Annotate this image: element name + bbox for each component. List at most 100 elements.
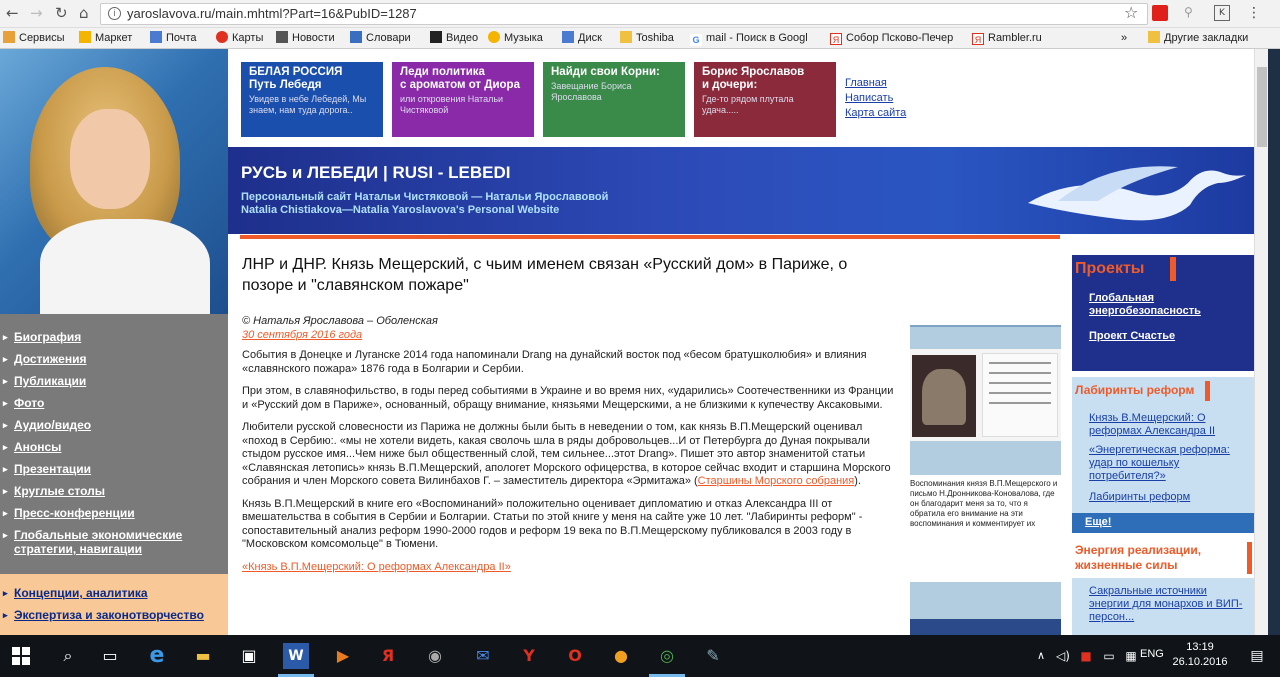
author-photo xyxy=(0,49,228,314)
word-icon[interactable]: W xyxy=(283,643,309,669)
nav-press-conferences[interactable]: Пресс-конференции xyxy=(0,506,228,520)
bookmark-news[interactable]: Новости xyxy=(276,31,335,46)
tile-find-roots[interactable]: Найди свои Корни: Завещание Бориса Яросл… xyxy=(543,62,685,137)
mail-icon[interactable]: ✉ xyxy=(470,643,496,669)
tile-boris-yaroslavov[interactable]: Борис Ярославов и дочери: Где-то рядом п… xyxy=(694,62,836,137)
bookmark-sobor[interactable]: Я Собор Псково-Печер xyxy=(830,31,953,46)
extension-flag-icon[interactable] xyxy=(1152,5,1168,21)
opera-icon[interactable]: O xyxy=(562,643,588,669)
web-page: БЕЛАЯ РОССИЯ Путь Лебедя Увидев в небе Л… xyxy=(0,49,1254,635)
link-write[interactable]: Написать xyxy=(845,91,906,106)
language-indicator[interactable]: ENG xyxy=(1140,648,1164,660)
chrome-icon[interactable]: ◎ xyxy=(654,643,680,669)
bookmark-google-search[interactable]: Gmail - Поиск в Googl xyxy=(690,31,808,46)
desktop-edge xyxy=(1268,49,1280,635)
paragraph: «Князь В.П.Мещерский: О реформах Алексан… xyxy=(242,561,897,575)
link-sacred-sources[interactable]: Сакральные источники энергии для монархо… xyxy=(1089,585,1249,624)
tile-white-russia[interactable]: БЕЛАЯ РОССИЯ Путь Лебедя Увидев в небе Л… xyxy=(241,62,383,137)
site-banner: РУСЬ и ЛЕБЕДИ | RUSI - LEBEDI Персональн… xyxy=(228,147,1254,234)
menu-icon[interactable]: ⋮ xyxy=(1246,5,1262,21)
bookmark-dictionary[interactable]: Словари xyxy=(350,31,411,46)
figure-2[interactable] xyxy=(910,582,1061,635)
yandex-icon[interactable]: Я xyxy=(375,643,401,669)
vertical-scrollbar[interactable] xyxy=(1254,49,1268,635)
bookmark-mail[interactable]: Почта xyxy=(150,31,197,46)
bookmark-maps[interactable]: Карты xyxy=(216,31,263,46)
forward-icon[interactable]: → xyxy=(30,3,43,23)
search-icon[interactable]: ⌕ xyxy=(55,643,81,669)
link-project-happiness[interactable]: Проект Счастье xyxy=(1089,330,1175,343)
link-more[interactable]: Еще! xyxy=(1085,516,1111,528)
nav-global-strategies[interactable]: Глобальные экономические стратегии, нави… xyxy=(0,528,228,556)
media-player-icon[interactable]: ▶ xyxy=(330,643,356,669)
paint-icon[interactable]: ✎ xyxy=(700,643,726,669)
bookmark-video[interactable]: Видео xyxy=(430,31,478,46)
bookmarks-more[interactable]: » xyxy=(1121,31,1127,46)
nav-photo[interactable]: Фото xyxy=(0,396,228,410)
bookmark-toshiba[interactable]: Toshiba xyxy=(620,31,674,46)
home-icon[interactable]: ⌂ xyxy=(79,3,89,23)
windows-start-icon[interactable] xyxy=(8,643,34,669)
link-sea-assembly[interactable]: Старшины Морского собрания xyxy=(698,475,855,487)
nav-biography[interactable]: Биография xyxy=(0,330,228,344)
paragraph: При этом, в славянофильство, в годы пере… xyxy=(242,385,894,411)
app-orange-icon[interactable]: ● xyxy=(608,643,634,669)
letter xyxy=(982,353,1058,437)
energy-box: Энергия реализации, жизненные силы Сакра… xyxy=(1072,540,1254,635)
folder-icon xyxy=(620,31,632,43)
app-circle-icon[interactable]: ◉ xyxy=(422,643,448,669)
extension-icon[interactable]: ⚲ xyxy=(1184,5,1200,21)
link-meshchersky-alexander[interactable]: Князь В.Мещерский: О реформах Александра… xyxy=(1089,412,1254,438)
link-meshchersky-reforms[interactable]: «Князь В.П.Мещерский: О реформах Алексан… xyxy=(242,561,511,573)
task-view-icon[interactable]: ▭ xyxy=(97,643,123,669)
file-explorer-icon[interactable]: ▬ xyxy=(190,643,216,669)
back-icon[interactable]: ← xyxy=(6,3,19,23)
nav-round-tables[interactable]: Круглые столы xyxy=(0,484,228,498)
nav-expertise[interactable]: Экспертиза и законотворчество xyxy=(0,608,228,622)
link-sitemap[interactable]: Карта сайта xyxy=(845,106,906,121)
link-labyrinths[interactable]: Лабиринты реформ xyxy=(1089,491,1190,504)
extension-k-icon[interactable]: K xyxy=(1214,5,1230,21)
nav-announcements[interactable]: Анонсы xyxy=(0,440,228,454)
bookmark-other[interactable]: Другие закладки xyxy=(1148,31,1248,46)
bookmark-services[interactable]: Сервисы xyxy=(3,31,65,46)
bookmark-rambler[interactable]: Я Rambler.ru xyxy=(972,31,1042,46)
nav-audio-video[interactable]: Аудио/видео xyxy=(0,418,228,432)
projects-title: Проекты xyxy=(1075,260,1145,277)
site-title: РУСЬ и ЛЕБЕДИ | RUSI - LEBEDI xyxy=(241,163,511,182)
dictionary-icon xyxy=(350,31,362,43)
nav-presentations[interactable]: Презентации xyxy=(0,462,228,476)
bookmark-music[interactable]: Музыка xyxy=(488,31,543,46)
action-center-icon[interactable]: ▤ xyxy=(1244,643,1270,669)
bookmark-market[interactable]: Маркет xyxy=(79,31,132,46)
apps-icon xyxy=(3,31,15,43)
news-icon xyxy=(276,31,288,43)
bookmark-star-icon[interactable]: ☆ xyxy=(1124,3,1138,22)
yandex-browser-icon[interactable]: Y xyxy=(516,643,542,669)
music-icon xyxy=(488,31,500,43)
book-letter-image[interactable] xyxy=(910,349,1061,441)
nav-concepts[interactable]: Концепции, аналитика xyxy=(0,586,228,600)
article-date[interactable]: 30 сентября 2016 года xyxy=(242,328,897,342)
link-home[interactable]: Главная xyxy=(845,76,906,91)
scrollbar-thumb[interactable] xyxy=(1257,67,1267,147)
more-bar: Еще! xyxy=(1072,513,1254,533)
mail-icon xyxy=(150,31,162,43)
store-icon[interactable]: ▣ xyxy=(236,643,262,669)
reforms-box: Лабиринты реформ Князь В.Мещерский: О ре… xyxy=(1072,377,1254,514)
reload-icon[interactable]: ↻ xyxy=(55,3,68,23)
nav-publications[interactable]: Публикации xyxy=(0,374,228,388)
bookmark-disk[interactable]: Диск xyxy=(562,31,602,46)
url-text: yaroslavova.ru/main.mhtml?Part=16&PubID=… xyxy=(127,6,417,21)
url-input[interactable]: i yaroslavova.ru/main.mhtml?Part=16&PubI… xyxy=(100,3,1148,25)
link-energy-reform[interactable]: «Энергетическая реформа: удар по кошельк… xyxy=(1089,444,1254,483)
link-global-energy-security[interactable]: Глобальная энергобезопасность xyxy=(1089,292,1254,318)
article: ЛНР и ДНР. Князь Мещерский, с чьим имене… xyxy=(242,254,897,583)
video-icon xyxy=(430,31,442,43)
clock[interactable]: 13:19 26.10.2016 xyxy=(1170,640,1230,670)
info-icon[interactable]: i xyxy=(108,7,121,20)
edge-icon[interactable]: e xyxy=(144,643,170,669)
tile-lady-politics[interactable]: Леди политика с ароматом от Диора или от… xyxy=(392,62,534,137)
nav-achievements[interactable]: Достижения xyxy=(0,352,228,366)
bookmarks-bar: Сервисы Маркет Почта Карты Новости Слова… xyxy=(0,28,1280,49)
